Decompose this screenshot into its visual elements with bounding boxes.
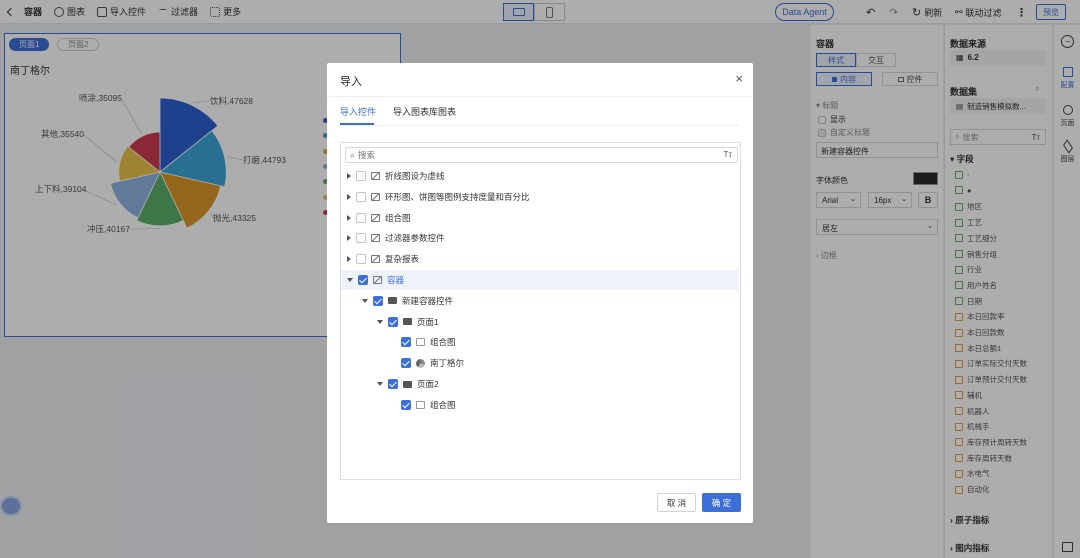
tree-node[interactable]: 新建容器控件 — [341, 291, 453, 311]
tab-import-library-chart[interactable]: 导入图表库图表 — [393, 105, 456, 118]
caret-right-icon[interactable] — [347, 256, 351, 263]
pie-chart-icon — [416, 358, 425, 368]
caret-right-icon[interactable] — [347, 235, 351, 242]
tree-node[interactable]: 组合图 — [341, 208, 411, 228]
tree-node[interactable]: 组合图 — [341, 332, 456, 352]
tree-node-label: 新建容器控件 — [402, 295, 454, 306]
tree-node-label: 容器 — [387, 275, 405, 285]
tab-import-control[interactable]: 导入控件 — [340, 105, 376, 118]
tree-node[interactable]: 过滤器参数控件 — [341, 228, 445, 248]
caret-down-icon[interactable] — [362, 298, 368, 303]
tree-node-checkbox[interactable] — [388, 379, 398, 389]
caret-down-icon[interactable] — [377, 319, 383, 324]
tree-node-checkbox[interactable] — [401, 399, 411, 410]
tree-node[interactable]: 复杂报表 — [341, 249, 419, 269]
tree-search-input[interactable] — [358, 150, 719, 160]
search-icon: ⌕ — [350, 149, 356, 160]
tree-node-label: 南丁格尔 — [430, 358, 465, 369]
tree-node-label: 组合图 — [430, 399, 456, 410]
page-icon — [403, 318, 412, 326]
tree-node-label: 页面1 — [417, 316, 439, 327]
page-icon — [403, 380, 412, 388]
tree-node-label: 组合图 — [430, 337, 456, 348]
dashboard-icon — [371, 192, 380, 201]
combo-chart-icon — [416, 338, 425, 347]
caret-down-icon[interactable] — [347, 278, 353, 282]
tree-node[interactable]: 组合图 — [341, 395, 456, 415]
dialog-divider — [327, 96, 753, 97]
dashboard-icon — [371, 172, 380, 180]
caret-right-icon[interactable] — [347, 193, 351, 200]
combo-chart-icon — [416, 400, 425, 409]
cancel-button[interactable]: 取 消 — [657, 493, 696, 512]
active-tab-indicator — [340, 123, 374, 125]
tree-node[interactable]: 南丁格尔 — [341, 353, 464, 373]
tree-node-checkbox[interactable] — [356, 171, 366, 181]
tree-node-checkbox[interactable] — [401, 337, 411, 348]
tree-node-label: 复杂报表 — [385, 254, 420, 265]
tree-search: ⌕ Tт — [345, 147, 738, 163]
dashboard-icon — [371, 255, 380, 264]
tree-node-checkbox[interactable] — [373, 295, 383, 306]
caret-right-icon[interactable] — [347, 173, 351, 179]
tree-node-checkbox[interactable] — [358, 275, 368, 285]
tree-node-checkbox[interactable] — [356, 191, 366, 202]
tree-node-checkbox[interactable] — [356, 233, 366, 244]
tree-node-label: 折线图设为虚线 — [385, 171, 445, 181]
tree-node-label: 组合图 — [385, 212, 411, 223]
tree-node[interactable]: 页面1 — [341, 312, 439, 332]
control-tree: ⌕ Tт 折线图设为虚线环形图、饼图等图例支持度量和百分比组合图过滤器参数控件复… — [340, 142, 741, 480]
tree-node-checkbox[interactable] — [401, 358, 411, 369]
tree-node[interactable]: 环形图、饼图等图例支持度量和百分比 — [341, 187, 530, 207]
import-dialog: 导入 × 导入控件 导入图表库图表 ⌕ Tт 折线图设为虚线环形图、饼图等图例支… — [327, 63, 753, 523]
dashboard-icon — [373, 276, 382, 284]
tab-underline-track — [340, 125, 740, 126]
tree-node-checkbox[interactable] — [388, 316, 398, 327]
text-type-icon[interactable]: Tт — [723, 150, 732, 159]
confirm-button[interactable]: 确 定 — [702, 493, 741, 512]
tree-node-checkbox[interactable] — [356, 212, 366, 223]
caret-down-icon[interactable] — [377, 382, 383, 386]
dashboard-icon — [371, 213, 380, 222]
tree-node[interactable]: 容器 — [341, 270, 738, 290]
dashboard-icon — [371, 234, 380, 243]
dialog-title: 导入 — [340, 76, 362, 88]
tree-node-label: 页面2 — [417, 379, 439, 389]
tree-node[interactable]: 折线图设为虚线 — [341, 166, 445, 186]
tree-node-label: 过滤器参数控件 — [385, 233, 445, 244]
tree-node[interactable]: 页面2 — [341, 374, 439, 394]
close-icon[interactable]: × — [735, 71, 743, 86]
tree-node-checkbox[interactable] — [356, 254, 366, 265]
page-icon — [388, 297, 397, 305]
caret-right-icon[interactable] — [347, 214, 351, 221]
tree-node-label: 环形图、饼图等图例支持度量和百分比 — [385, 191, 530, 202]
